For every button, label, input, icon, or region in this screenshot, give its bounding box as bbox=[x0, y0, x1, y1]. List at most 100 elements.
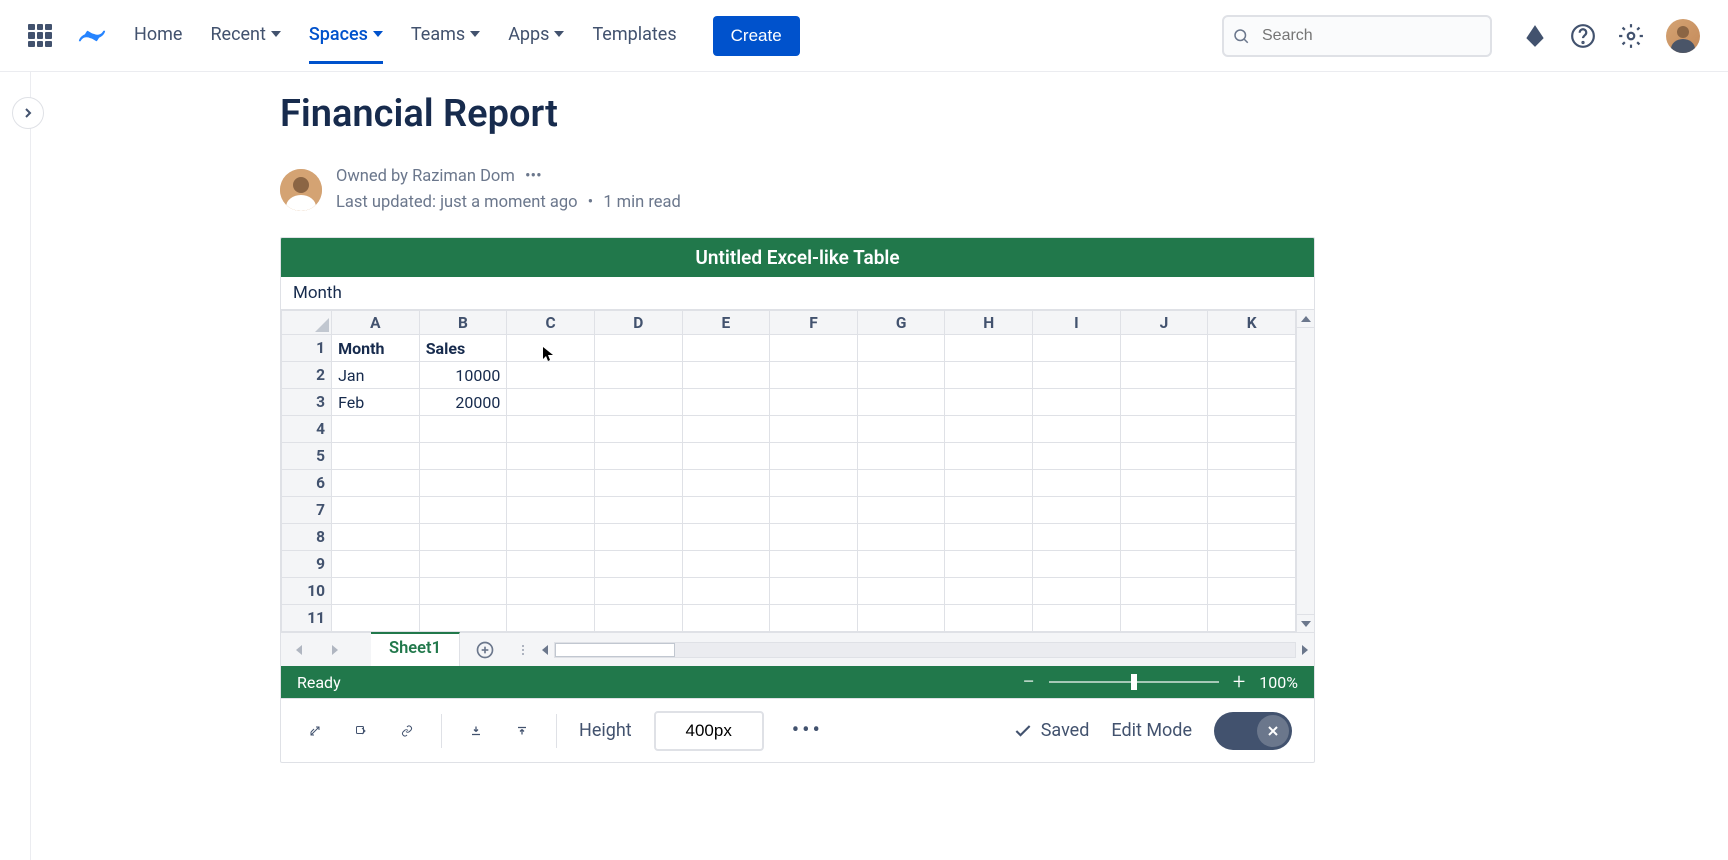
sheet-tab[interactable]: Sheet1 bbox=[371, 632, 460, 666]
nav-recent[interactable]: Recent bbox=[210, 8, 280, 64]
cell[interactable] bbox=[682, 416, 770, 443]
cell[interactable] bbox=[594, 470, 682, 497]
cell[interactable] bbox=[332, 605, 420, 632]
edit-icon[interactable] bbox=[349, 719, 373, 743]
cell[interactable] bbox=[1208, 362, 1296, 389]
cell[interactable] bbox=[857, 470, 945, 497]
cell[interactable]: Sales bbox=[419, 335, 507, 362]
user-avatar[interactable] bbox=[1666, 19, 1700, 53]
confluence-logo[interactable] bbox=[78, 22, 106, 50]
nav-templates[interactable]: Templates bbox=[592, 8, 676, 64]
cell[interactable] bbox=[1033, 470, 1121, 497]
cell[interactable] bbox=[1120, 497, 1208, 524]
cell[interactable] bbox=[1120, 551, 1208, 578]
cell[interactable] bbox=[857, 443, 945, 470]
cell[interactable] bbox=[507, 524, 595, 551]
cell[interactable] bbox=[594, 389, 682, 416]
cell[interactable] bbox=[945, 605, 1033, 632]
column-header[interactable]: I bbox=[1033, 311, 1121, 335]
cell[interactable] bbox=[1208, 605, 1296, 632]
cell[interactable] bbox=[594, 416, 682, 443]
row-header[interactable]: 6 bbox=[282, 470, 332, 497]
zoom-handle[interactable] bbox=[1131, 674, 1137, 690]
cell[interactable]: Feb bbox=[332, 389, 420, 416]
cell[interactable] bbox=[1033, 335, 1121, 362]
column-header[interactable]: H bbox=[945, 311, 1033, 335]
cell[interactable] bbox=[594, 605, 682, 632]
cell[interactable] bbox=[419, 497, 507, 524]
cell[interactable] bbox=[1120, 335, 1208, 362]
cell[interactable] bbox=[1033, 605, 1121, 632]
owner-avatar[interactable] bbox=[280, 169, 322, 211]
download-icon[interactable] bbox=[464, 719, 488, 743]
vertical-scrollbar[interactable] bbox=[1296, 310, 1314, 632]
grip-icon[interactable] bbox=[520, 633, 526, 666]
cell[interactable] bbox=[770, 497, 858, 524]
cell[interactable] bbox=[419, 551, 507, 578]
row-header[interactable]: 7 bbox=[282, 497, 332, 524]
cell[interactable] bbox=[945, 416, 1033, 443]
cell[interactable] bbox=[682, 605, 770, 632]
cell[interactable] bbox=[1120, 443, 1208, 470]
cell[interactable] bbox=[857, 497, 945, 524]
cell[interactable] bbox=[419, 524, 507, 551]
cell[interactable] bbox=[1120, 416, 1208, 443]
select-all-corner[interactable] bbox=[282, 311, 332, 335]
row-header[interactable]: 10 bbox=[282, 578, 332, 605]
cell[interactable] bbox=[945, 443, 1033, 470]
cell[interactable] bbox=[857, 389, 945, 416]
cell[interactable] bbox=[770, 443, 858, 470]
notification-icon[interactable] bbox=[1522, 23, 1548, 49]
cell[interactable]: Month bbox=[332, 335, 420, 362]
cell[interactable] bbox=[945, 335, 1033, 362]
cell[interactable] bbox=[1208, 578, 1296, 605]
cell[interactable] bbox=[1208, 470, 1296, 497]
column-header[interactable]: J bbox=[1120, 311, 1208, 335]
formula-bar[interactable]: Month bbox=[281, 277, 1314, 310]
column-header[interactable]: G bbox=[857, 311, 945, 335]
edit-mode-toggle[interactable] bbox=[1214, 712, 1292, 750]
cell[interactable] bbox=[419, 605, 507, 632]
cell[interactable] bbox=[945, 497, 1033, 524]
cell[interactable] bbox=[682, 362, 770, 389]
row-header[interactable]: 9 bbox=[282, 551, 332, 578]
cell[interactable] bbox=[332, 416, 420, 443]
row-header[interactable]: 1 bbox=[282, 335, 332, 362]
cell[interactable] bbox=[1208, 551, 1296, 578]
cell[interactable] bbox=[332, 551, 420, 578]
help-icon[interactable] bbox=[1570, 23, 1596, 49]
cell[interactable] bbox=[1208, 335, 1296, 362]
cell[interactable] bbox=[1208, 497, 1296, 524]
zoom-in-button[interactable]: + bbox=[1233, 670, 1245, 695]
cell[interactable] bbox=[1120, 524, 1208, 551]
row-header[interactable]: 2 bbox=[282, 362, 332, 389]
cell[interactable] bbox=[857, 335, 945, 362]
hscroll-track[interactable] bbox=[554, 642, 1296, 658]
cell[interactable] bbox=[682, 470, 770, 497]
cell[interactable] bbox=[507, 416, 595, 443]
upload-icon[interactable] bbox=[510, 719, 534, 743]
cell[interactable] bbox=[507, 443, 595, 470]
next-sheet-button[interactable] bbox=[317, 633, 353, 666]
zoom-slider[interactable] bbox=[1049, 681, 1219, 683]
cell[interactable] bbox=[507, 551, 595, 578]
column-header[interactable]: C bbox=[507, 311, 595, 335]
cell[interactable] bbox=[857, 416, 945, 443]
cell[interactable] bbox=[857, 362, 945, 389]
cell[interactable] bbox=[507, 362, 595, 389]
add-sheet-button[interactable] bbox=[460, 633, 510, 666]
cell[interactable] bbox=[1033, 362, 1121, 389]
cell[interactable] bbox=[945, 524, 1033, 551]
cell[interactable] bbox=[945, 389, 1033, 416]
cell[interactable] bbox=[594, 443, 682, 470]
app-switcher-icon[interactable] bbox=[28, 24, 52, 48]
nav-home[interactable]: Home bbox=[134, 8, 182, 64]
cell[interactable] bbox=[770, 335, 858, 362]
hscroll-thumb[interactable] bbox=[555, 643, 675, 657]
cell[interactable] bbox=[945, 578, 1033, 605]
row-header[interactable]: 4 bbox=[282, 416, 332, 443]
cell[interactable]: 20000 bbox=[419, 389, 507, 416]
cell[interactable] bbox=[857, 605, 945, 632]
cell[interactable] bbox=[507, 389, 595, 416]
cell[interactable] bbox=[332, 524, 420, 551]
